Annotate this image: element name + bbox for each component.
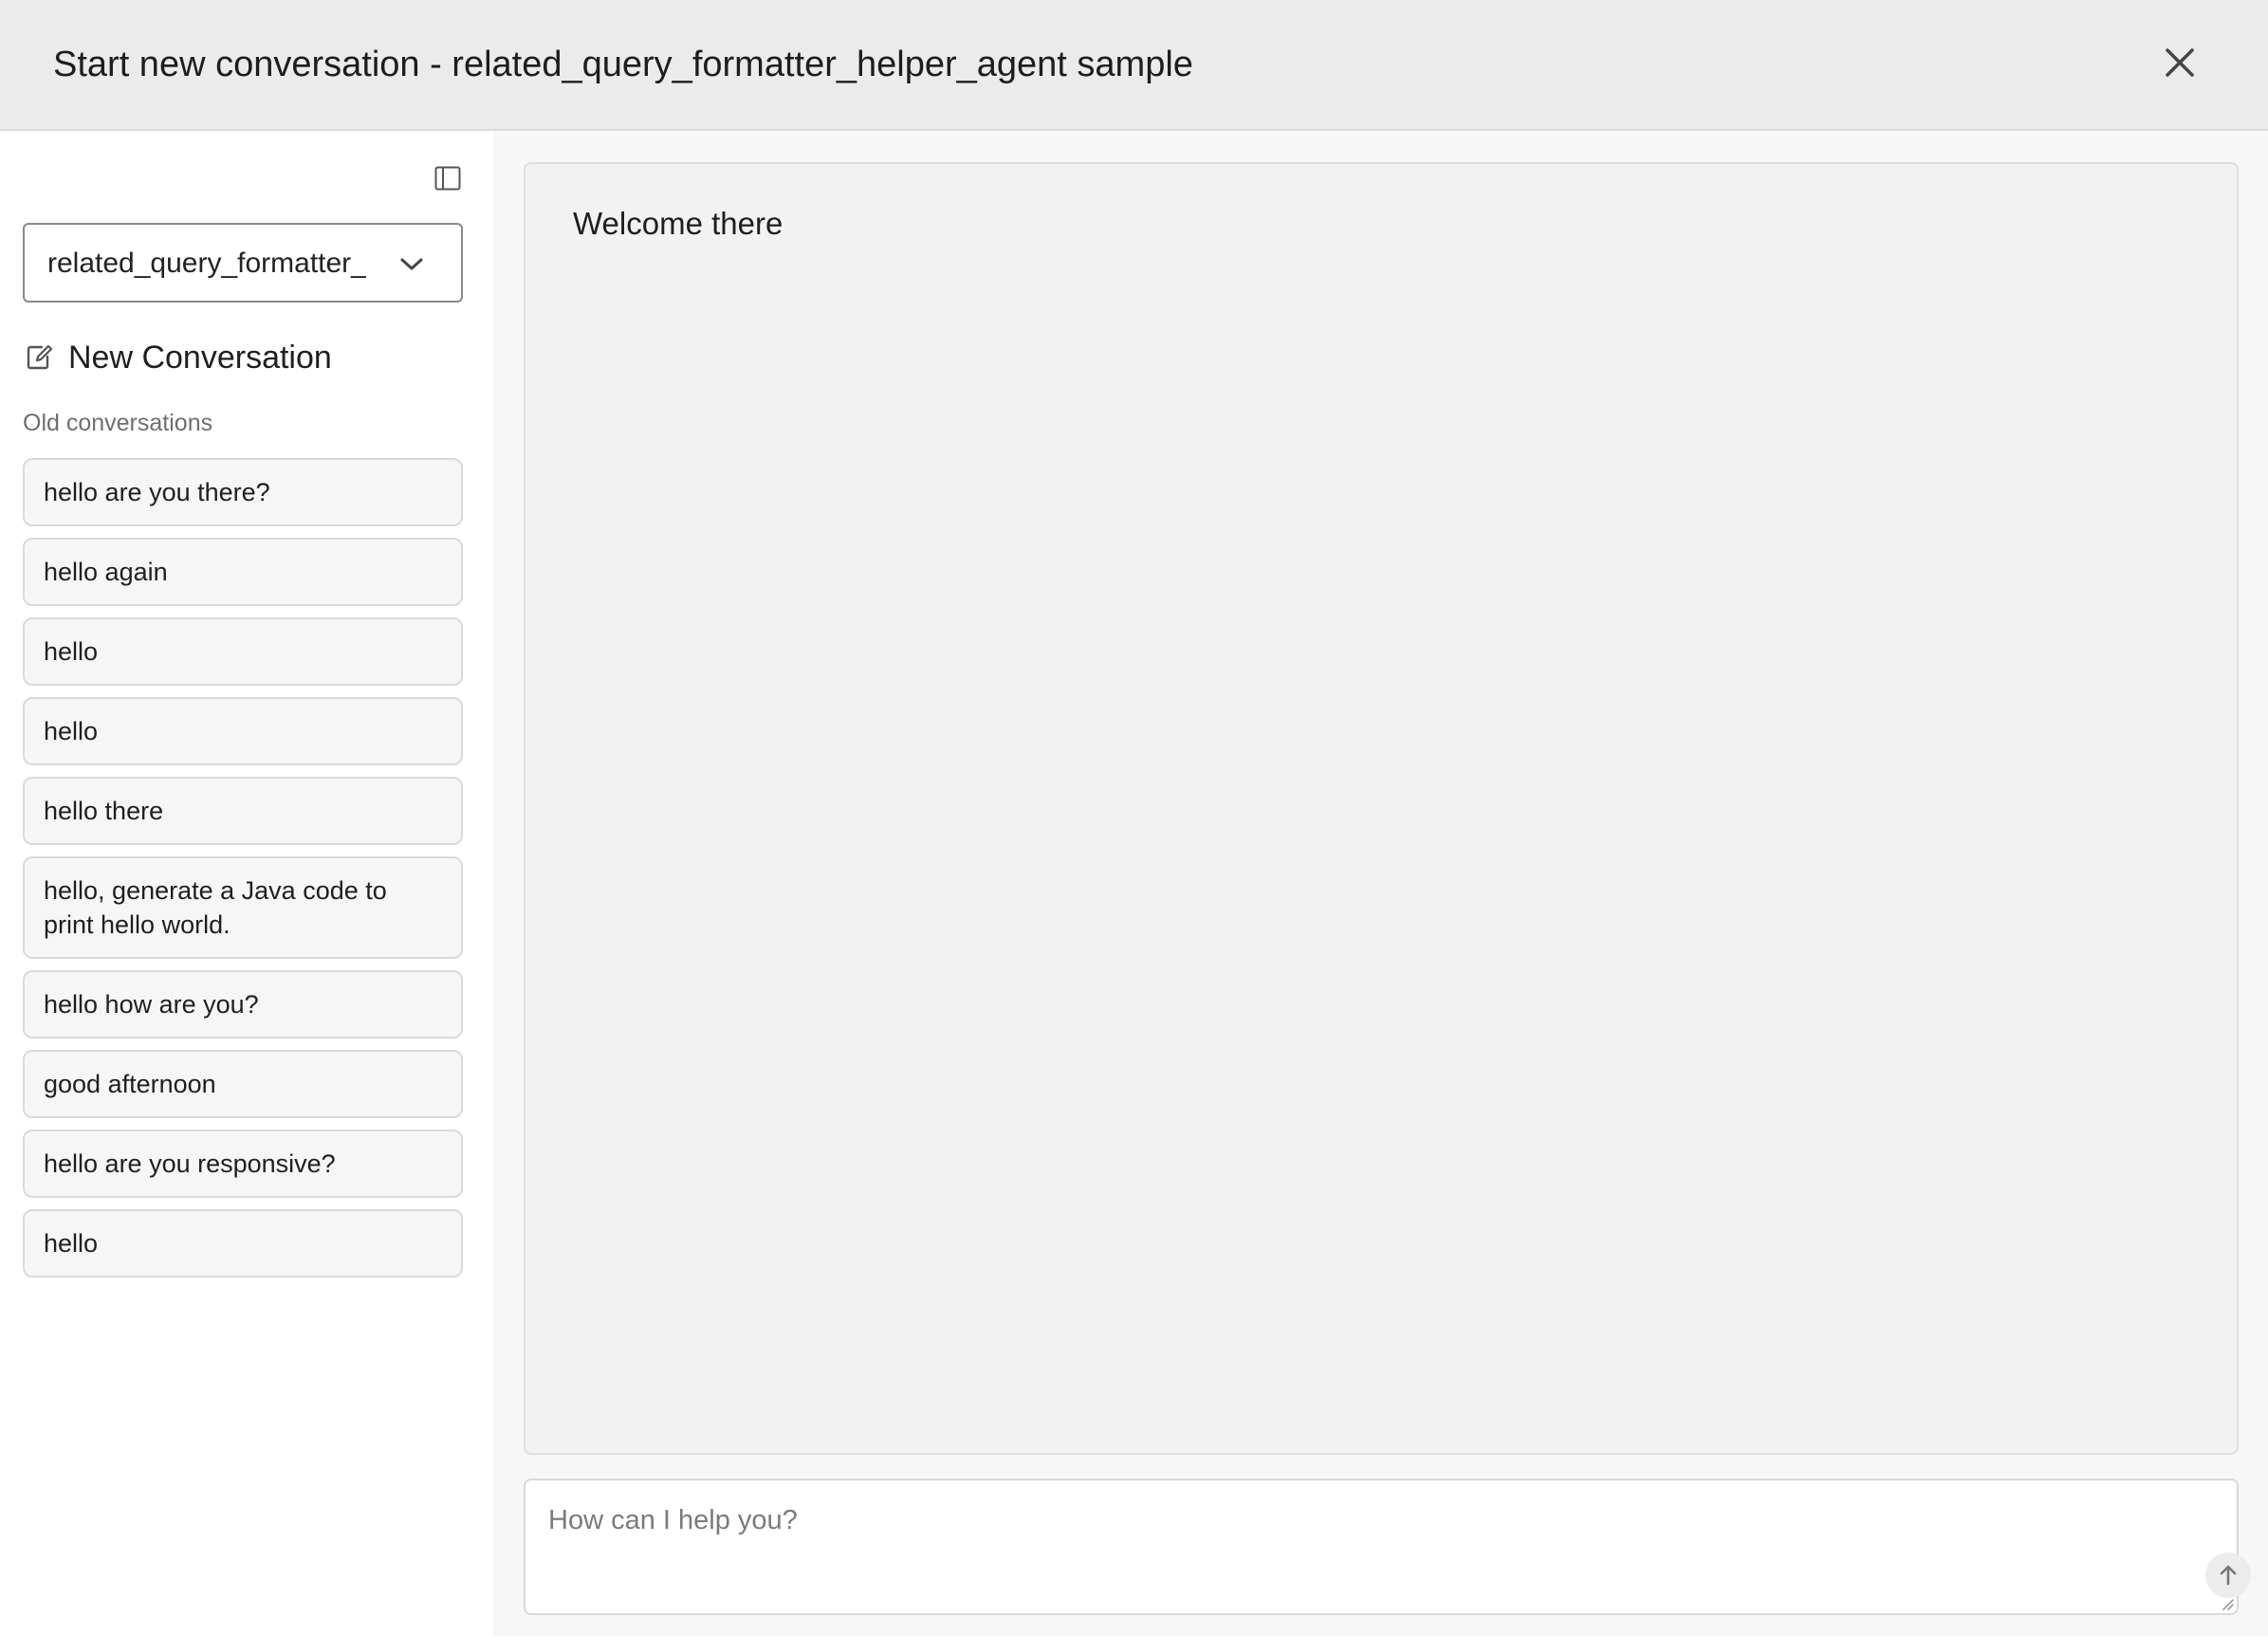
send-button[interactable] <box>2205 1553 2251 1598</box>
conversation-item[interactable]: hello <box>23 697 463 765</box>
conversation-item[interactable]: hello are you responsive? <box>23 1130 463 1198</box>
close-button[interactable] <box>2153 36 2206 89</box>
new-conversation-label: New Conversation <box>68 339 332 376</box>
conversation-item[interactable]: hello <box>23 617 463 686</box>
message-panel: Welcome there <box>524 162 2239 1455</box>
sidebar-toggle-icon <box>434 166 461 191</box>
conversation-list: hello are you there? hello again hello h… <box>23 458 463 1289</box>
dialog-header: Start new conversation - related_query_f… <box>0 0 2268 131</box>
chevron-down-icon <box>396 249 427 280</box>
old-conversations-heading: Old conversations <box>23 410 213 436</box>
sidebar-toggle-button[interactable] <box>433 163 463 193</box>
message-input[interactable] <box>526 1480 2237 1613</box>
welcome-message: Welcome there <box>573 206 784 241</box>
conversation-item[interactable]: hello <box>23 1209 463 1278</box>
conversation-item[interactable]: hello how are you? <box>23 970 463 1039</box>
agent-select-value: related_query_formatter_helper_agent <box>47 248 366 279</box>
arrow-up-icon <box>2220 1565 2237 1586</box>
conversation-item[interactable]: hello are you there? <box>23 458 463 526</box>
message-input-container <box>524 1479 2251 1615</box>
agent-select[interactable]: related_query_formatter_helper_agent <box>23 223 463 303</box>
conversation-item[interactable]: hello there <box>23 777 463 845</box>
new-conversation-button[interactable]: New Conversation <box>23 334 332 381</box>
chat-area: Welcome there <box>493 131 2268 1636</box>
conversation-item[interactable]: good afternoon <box>23 1050 463 1118</box>
close-icon <box>2166 48 2194 77</box>
conversation-item[interactable]: hello again <box>23 538 463 606</box>
new-conversation-icon <box>23 341 55 374</box>
sidebar: related_query_formatter_helper_agent New… <box>0 131 493 1636</box>
dialog-title: Start new conversation - related_query_f… <box>53 45 1193 84</box>
resize-handle-icon[interactable] <box>2220 1596 2235 1611</box>
conversation-item[interactable]: hello, generate a Java code to print hel… <box>23 856 463 959</box>
